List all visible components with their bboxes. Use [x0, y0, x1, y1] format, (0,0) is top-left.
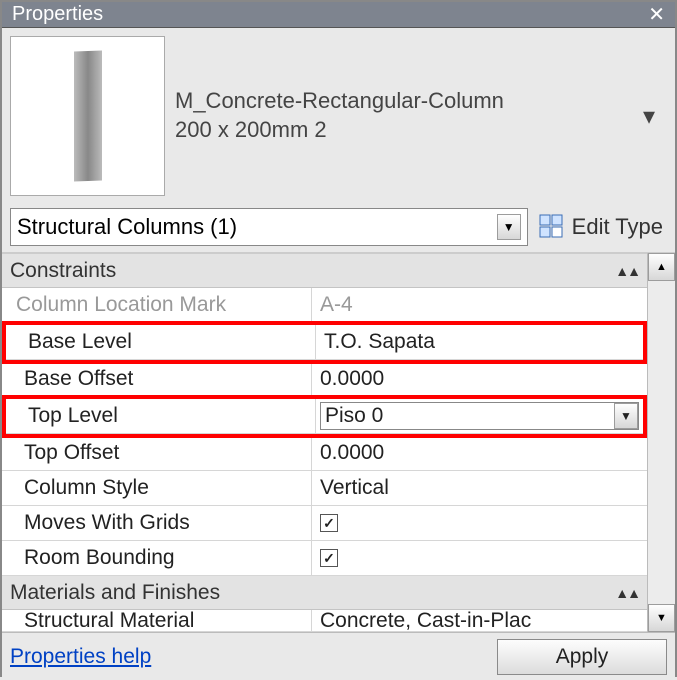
instance-filter-combo[interactable]: Structural Columns (1) ▼ [10, 208, 528, 246]
row-moves-with-grids[interactable]: Moves With Grids ✓ [2, 506, 647, 541]
checkbox-room-bounding[interactable]: ✓ [320, 549, 338, 567]
param-value[interactable]: Concrete, Cast-in-Plac [312, 610, 647, 631]
section-constraints[interactable]: Constraints ▲▲ [2, 254, 647, 288]
row-room-bounding[interactable]: Room Bounding ✓ [2, 541, 647, 576]
row-base-level[interactable]: Base Level T.O. Sapata [6, 325, 643, 360]
chevron-down-icon[interactable]: ▼ [614, 403, 638, 429]
column-icon [74, 51, 102, 182]
property-grid: Constraints ▲▲ Column Location Mark A-4 … [2, 253, 647, 632]
param-label: Moves With Grids [2, 506, 312, 540]
row-base-offset[interactable]: Base Offset 0.0000 [2, 362, 647, 397]
collapse-icon[interactable]: ▲▲ [615, 585, 639, 601]
param-value: A-4 [312, 288, 647, 322]
param-label: Structural Material [2, 610, 312, 631]
row-column-style[interactable]: Column Style Vertical [2, 471, 647, 506]
vertical-scrollbar[interactable]: ▲ ▼ [647, 253, 675, 632]
param-value[interactable]: Vertical [312, 471, 647, 505]
param-label: Column Style [2, 471, 312, 505]
section-title: Constraints [10, 259, 116, 283]
chevron-down-icon[interactable]: ▼ [497, 214, 521, 240]
properties-help-link[interactable]: Properties help [10, 645, 151, 669]
param-label: Room Bounding [2, 541, 312, 575]
panel-footer: Properties help Apply [2, 632, 675, 680]
highlight-top-level: Top Level Piso 0 ▼ [2, 395, 647, 438]
edit-type-button[interactable]: Edit Type [534, 213, 667, 241]
scroll-up-icon[interactable]: ▲ [648, 253, 675, 281]
type-thumbnail [10, 36, 165, 196]
type-size: 200 x 200mm 2 [175, 116, 633, 145]
panel-title: Properties [12, 3, 103, 26]
param-value[interactable]: T.O. Sapata [316, 325, 643, 359]
close-icon[interactable]: ✕ [648, 2, 665, 27]
family-name: M_Concrete-Rectangular-Column [175, 87, 633, 116]
param-label: Top Level [6, 399, 316, 433]
param-value[interactable]: 0.0000 [312, 436, 647, 470]
section-materials[interactable]: Materials and Finishes ▲▲ [2, 576, 647, 610]
edit-type-label: Edit Type [572, 214, 663, 240]
param-value: Piso 0 [325, 404, 383, 428]
row-column-location-mark: Column Location Mark A-4 [2, 288, 647, 323]
instance-selector-row: Structural Columns (1) ▼ Edit Type [2, 204, 675, 253]
checkbox-moves-with-grids[interactable]: ✓ [320, 514, 338, 532]
row-top-level[interactable]: Top Level Piso 0 ▼ [6, 399, 643, 434]
top-level-combo[interactable]: Piso 0 ▼ [320, 402, 639, 430]
param-value[interactable]: 0.0000 [312, 362, 647, 396]
param-label: Column Location Mark [2, 288, 312, 322]
scroll-track[interactable] [648, 281, 675, 604]
titlebar: Properties ✕ [2, 2, 675, 28]
type-dropdown-icon[interactable]: ▾ [643, 102, 667, 131]
param-label: Base Level [6, 325, 316, 359]
highlight-base-level: Base Level T.O. Sapata [2, 321, 647, 364]
scroll-down-icon[interactable]: ▼ [648, 604, 675, 632]
param-label: Top Offset [2, 436, 312, 470]
row-structural-material[interactable]: Structural Material Concrete, Cast-in-Pl… [2, 610, 647, 632]
edit-type-icon [538, 213, 566, 241]
properties-panel: Properties ✕ M_Concrete-Rectangular-Colu… [0, 0, 677, 677]
instance-filter-text: Structural Columns (1) [17, 214, 237, 240]
apply-button[interactable]: Apply [497, 639, 667, 675]
param-label: Base Offset [2, 362, 312, 396]
property-grid-wrap: Constraints ▲▲ Column Location Mark A-4 … [2, 253, 675, 632]
section-title: Materials and Finishes [10, 581, 220, 605]
type-selector-row[interactable]: M_Concrete-Rectangular-Column 200 x 200m… [2, 28, 675, 204]
collapse-icon[interactable]: ▲▲ [615, 263, 639, 279]
row-top-offset[interactable]: Top Offset 0.0000 [2, 436, 647, 471]
type-name-text: M_Concrete-Rectangular-Column 200 x 200m… [175, 87, 633, 144]
